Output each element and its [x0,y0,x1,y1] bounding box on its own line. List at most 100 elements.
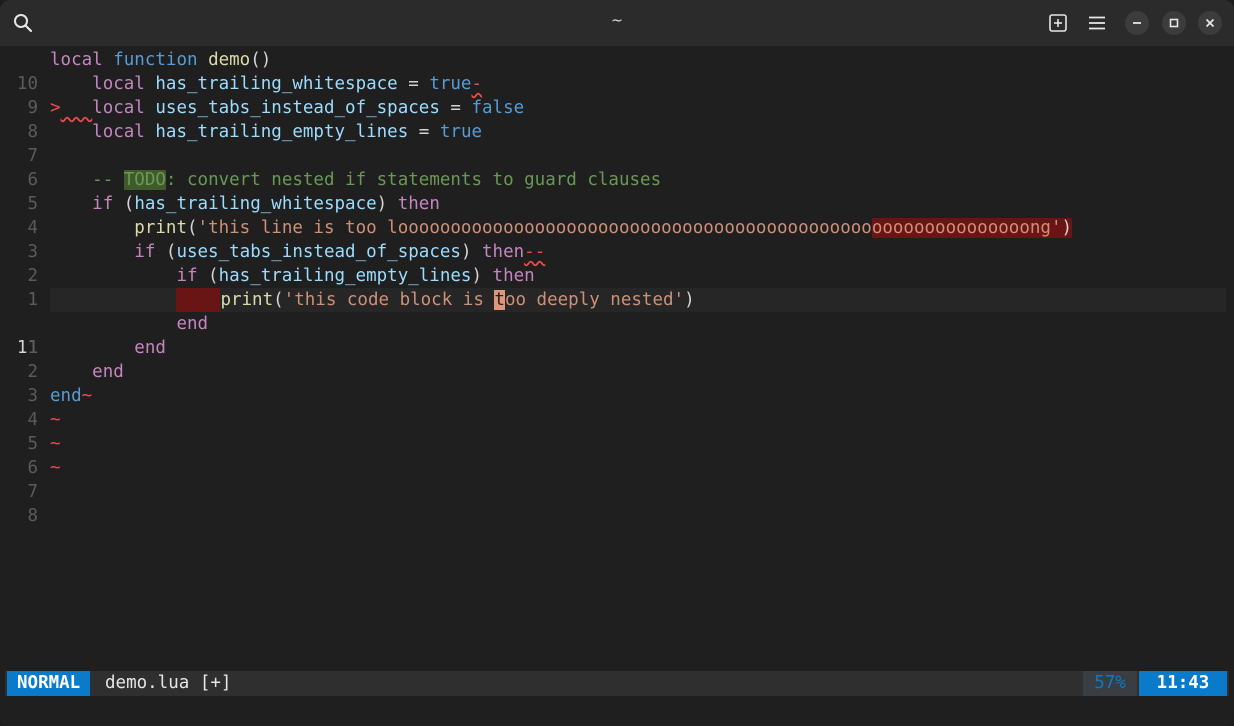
punctuation: ( [113,194,135,214]
keyword: local [50,50,103,70]
boolean: false [471,98,525,118]
punctuation: () [250,50,272,70]
comment: -- [92,170,124,190]
overlength-highlight: ooooooooooooooong' [871,218,1062,238]
maximize-icon [1169,18,1179,28]
keyword: local [92,122,145,142]
trailing-whitespace-marker: - [471,74,483,94]
close-icon [1205,18,1215,28]
trailing-empty-line-marker: ~ [50,458,61,478]
trailing-whitespace-marker: ~ [81,386,93,406]
keyword: end [134,338,166,358]
trailing-empty-line-marker: ~ [50,410,61,430]
keyword: if [92,194,114,214]
function-call: print [220,290,274,310]
punctuation: ) [684,290,695,310]
comment: : convert nested if statements to guard … [165,170,662,190]
variable: has_trailing_empty_lines [155,122,409,142]
empty-line: 7 ~ [0,456,1234,502]
code-line: 8 > local uses_tabs_instead_of_spaces = … [0,96,1234,142]
code-line: 4 if (has_trailing_whitespace) then [0,192,1234,238]
line-number: 8 [27,506,38,526]
current-line: 11 print('this code block is too deeply … [0,288,1234,358]
close-button[interactable] [1198,11,1222,35]
minimize-icon [1133,22,1141,24]
keyword: end [176,314,209,334]
tab-marker: > [50,98,61,118]
punctuation: ) [460,242,483,262]
code-line: 3 end [0,360,1234,406]
empty-line: 5 ~ [0,408,1234,454]
terminal-window: ~ 10 local function demo() 9 local has_t… [0,0,1234,726]
cursor-position: 11:43 [1139,671,1227,696]
file-name: demo.lua [+] [105,673,232,693]
variable: has_trailing_whitespace [155,74,398,94]
punctuation: ( [273,290,284,310]
code-line: 3 print('this line is too looooooooooooo… [0,216,1234,262]
keyword: then [492,266,535,286]
punctuation: ( [186,218,198,238]
hamburger-menu-icon [1089,16,1105,30]
menu-button[interactable] [1082,8,1112,38]
trailing-empty-line-marker: ~ [50,434,61,454]
boolean: true [429,74,472,94]
string: 'this code block is [283,290,495,310]
trailing-whitespace-marker: -- [524,242,546,262]
maximize-button[interactable] [1162,11,1186,35]
empty-line: 8 [0,480,1234,526]
punctuation: ) [1061,218,1073,238]
title-bar: ~ [0,0,1234,46]
code-line: 1 if (has_trailing_empty_lines) then [0,264,1234,310]
punctuation: ) [471,266,493,286]
keyword: end [50,386,82,406]
keyword: if [134,242,156,262]
mode-indicator: NORMAL [7,671,91,696]
code-line: 9 local has_trailing_whitespace = true- [0,72,1234,118]
variable: uses_tabs_instead_of_spaces [155,98,440,118]
minimize-button[interactable] [1125,11,1149,35]
code-line: 1 end [0,312,1234,358]
punctuation: ( [197,266,219,286]
editor-buffer[interactable]: 10 local function demo() 9 local has_tra… [0,47,1234,670]
todo-highlight: TODO [123,170,166,190]
operator: = [439,98,472,118]
code-line: 6 [0,144,1234,190]
operator: = [408,122,440,142]
indent-error-highlight [176,288,221,312]
operator: = [397,74,430,94]
keyword: then [397,194,440,214]
tab-indent [61,98,93,118]
cursor[interactable]: t [494,290,505,310]
new-tab-button[interactable] [1043,8,1073,38]
empty-line: 6 ~ [0,432,1234,478]
keyword: local [92,74,145,94]
status-line: NORMAL demo.lua [+] 57% 11:43 [5,671,1229,696]
code-line: 7 local has_trailing_empty_lines = true [0,120,1234,166]
function-call: print [134,218,187,238]
keyword: local [92,98,145,118]
variable: uses_tabs_instead_of_spaces [176,242,461,262]
code-line: 5 -- TODO: convert nested if statements … [0,168,1234,214]
string: 'this line is too looooooooooooooooooooo… [197,218,872,238]
keyword: end [92,362,124,382]
function-name: demo [208,50,251,70]
boolean: true [439,122,483,142]
variable: has_trailing_empty_lines [218,266,472,286]
new-tab-icon [1049,14,1067,32]
code-line: 10 local function demo() [0,48,1234,94]
scroll-percent: 57% [1083,671,1137,696]
variable: has_trailing_whitespace [134,194,377,214]
keyword: then [482,242,525,262]
code-line: 4 end~ [0,384,1234,430]
code-line: 2 end [0,336,1234,382]
